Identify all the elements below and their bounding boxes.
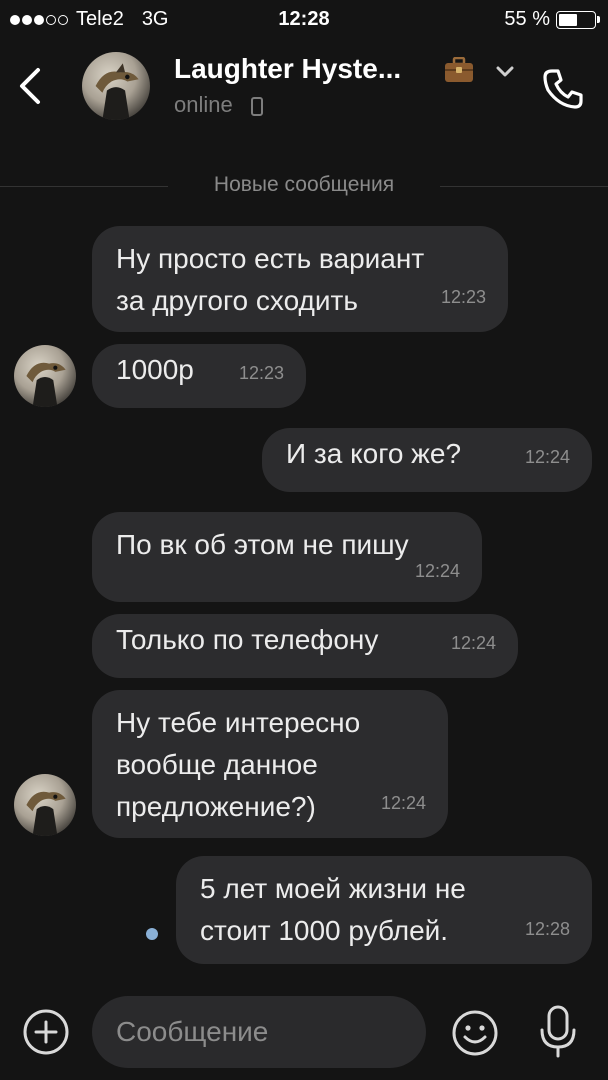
add-icon	[23, 1009, 69, 1055]
unread-indicator	[146, 928, 158, 940]
battery-percentage: 55 %	[504, 8, 550, 30]
avatar-image	[26, 362, 66, 407]
emoji-icon	[452, 1010, 498, 1056]
message-bubble-incoming[interactable]: Только по телефону 12:24	[92, 614, 518, 678]
add-attachment-button[interactable]	[22, 1008, 70, 1056]
microphone-icon	[540, 1005, 576, 1058]
mobile-device-icon	[251, 97, 263, 116]
message-text: Ну тебе интересно вообще данное предложе…	[116, 707, 361, 822]
message-time: 12:23	[440, 287, 486, 307]
sender-avatar[interactable]	[14, 345, 76, 407]
message-time: 12:24	[414, 561, 460, 581]
message-text: 5 лет моей жизни не стоит 1000 рублей.	[200, 873, 466, 946]
new-messages-divider: Новые сообщения	[213, 173, 395, 196]
message-bubble-incoming[interactable]: По вк об этом не пишу 12:24	[92, 512, 482, 602]
avatar-image	[26, 791, 66, 836]
battery-fill	[559, 13, 578, 26]
contact-name[interactable]: Laughter Hyste...	[174, 53, 401, 85]
message-time: 12:24	[524, 447, 570, 467]
message-text: Только по телефону	[116, 624, 379, 655]
briefcase-icon	[445, 57, 473, 82]
message-time: 12:24	[380, 793, 426, 813]
sender-avatar[interactable]	[14, 774, 76, 836]
back-button[interactable]	[14, 64, 50, 108]
composer-bar	[0, 990, 608, 1080]
avatar-image	[95, 63, 139, 120]
phone-icon	[543, 69, 583, 109]
chat-header: Laughter Hyste... online	[0, 40, 608, 140]
message-bubble-incoming[interactable]: Ну тебе интересно вообще данное предложе…	[92, 690, 448, 838]
voice-message-button[interactable]	[536, 1004, 580, 1060]
message-input[interactable]	[92, 996, 426, 1068]
contact-status: online	[174, 92, 233, 117]
message-bubble-outgoing[interactable]: 5 лет моей жизни не стоит 1000 рублей. 1…	[176, 856, 592, 964]
chevron-down-icon[interactable]	[494, 60, 516, 82]
back-chevron-icon	[20, 68, 40, 104]
emoji-button[interactable]	[450, 1008, 500, 1058]
contact-avatar[interactable]	[82, 52, 150, 120]
call-button[interactable]	[540, 66, 586, 112]
message-bubble-incoming[interactable]: Ну просто есть вариант за другого сходит…	[92, 226, 508, 332]
message-time: 12:23	[238, 363, 284, 383]
message-bubble-incoming[interactable]: 1000р 12:23	[92, 344, 306, 408]
status-bar: Tele2 3G 12:28 55 %	[0, 0, 608, 40]
message-text: Ну просто есть вариант за другого сходит…	[116, 243, 425, 316]
message-text: По вк об этом не пишу	[116, 529, 409, 560]
battery-icon	[556, 10, 600, 29]
message-time: 12:28	[524, 919, 570, 939]
status-right: 55 %	[504, 8, 600, 31]
message-time: 12:24	[450, 633, 496, 653]
message-bubble-outgoing[interactable]: И за кого же? 12:24	[262, 428, 592, 492]
